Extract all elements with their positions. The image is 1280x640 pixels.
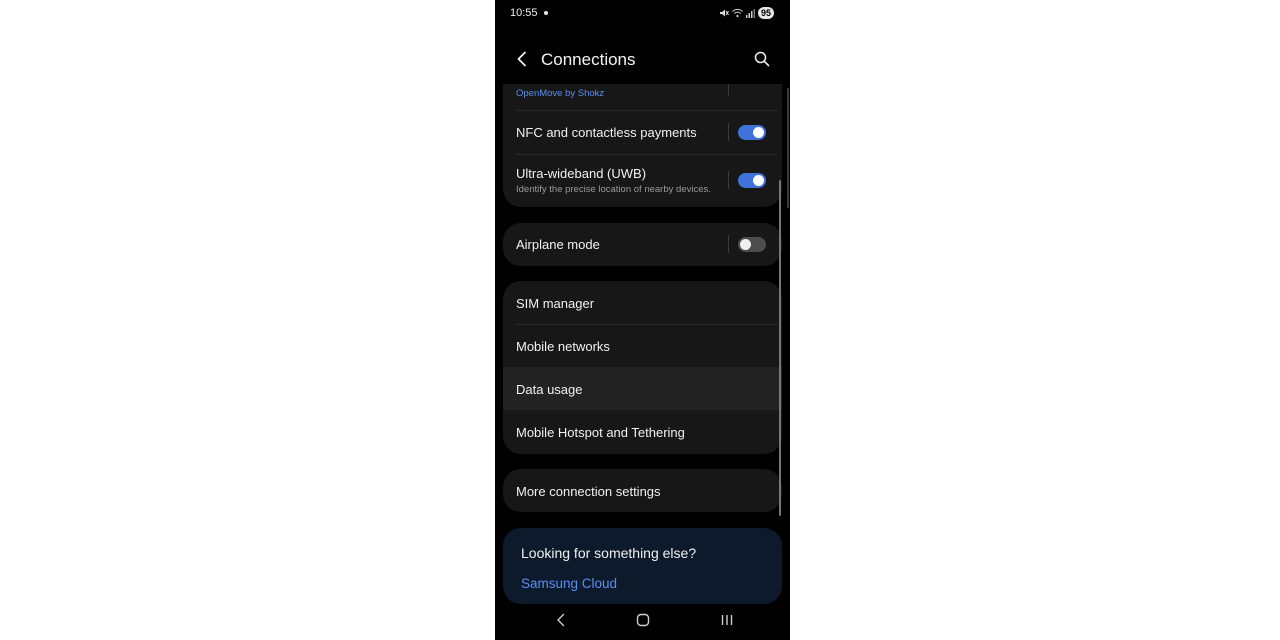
data-usage-label: Data usage <box>516 382 583 397</box>
separator <box>728 123 729 141</box>
status-bar: 10:55 95 <box>495 0 790 28</box>
more-connection-settings-row[interactable]: More connection settings <box>503 469 782 512</box>
nav-back-button[interactable] <box>549 612 573 632</box>
phone-screen: 10:55 95 Connections OpenMove by Shokz N… <box>495 0 790 640</box>
row-title: NFC and contactless payments <box>516 125 697 140</box>
mobile-card: SIM manager Mobile networks Data usage M… <box>503 281 782 454</box>
nav-recents-button[interactable] <box>715 612 739 632</box>
status-icons: 95 <box>719 7 774 19</box>
search-button[interactable] <box>751 50 773 72</box>
row-subtitle: Identify the precise location of nearby … <box>516 184 711 195</box>
connectivity-card: OpenMove by Shokz NFC and contactless pa… <box>503 84 782 207</box>
battery-indicator: 95 <box>757 7 774 19</box>
app-header: Connections <box>495 38 790 84</box>
bluetooth-row[interactable]: OpenMove by Shokz <box>503 84 782 111</box>
samsung-cloud-link[interactable]: Samsung Cloud <box>521 576 617 591</box>
airplane-mode-toggle[interactable] <box>738 237 766 252</box>
nav-home-icon <box>636 613 650 632</box>
signal-icon <box>745 8 755 18</box>
nav-home-button[interactable] <box>631 612 655 632</box>
search-icon <box>754 51 770 72</box>
nav-recents-icon <box>720 613 734 632</box>
mobile-networks-label: Mobile networks <box>516 339 610 354</box>
list-item[interactable]: Mobile Hotspot and Tethering <box>503 411 782 454</box>
uwb-row[interactable]: Ultra-wideband (UWB) Identify the precis… <box>503 155 782 207</box>
suggestion-title: Looking for something else? <box>521 545 697 561</box>
status-time: 10:55 <box>510 7 538 19</box>
airplane-card: Airplane mode <box>503 223 782 266</box>
uwb-toggle[interactable] <box>738 173 766 188</box>
navigation-bar <box>495 604 790 640</box>
notification-dot <box>544 11 548 15</box>
list-item[interactable]: Data usage <box>503 367 782 410</box>
more-settings-card: More connection settings <box>503 469 782 512</box>
back-icon <box>516 51 528 72</box>
separator <box>728 171 729 189</box>
list-item[interactable]: SIM manager <box>503 281 782 324</box>
scrollbar[interactable] <box>779 180 781 516</box>
back-button[interactable] <box>511 50 533 72</box>
sim-manager-label: SIM manager <box>516 296 595 311</box>
edge-panel-handle[interactable] <box>787 88 789 208</box>
settings-list[interactable]: OpenMove by Shokz NFC and contactless pa… <box>495 84 790 604</box>
row-subtitle: OpenMove by Shokz <box>516 88 605 99</box>
row-title: Ultra-wideband (UWB) <box>516 166 647 181</box>
list-item[interactable]: Mobile networks <box>503 325 782 367</box>
airplane-mode-row[interactable]: Airplane mode <box>503 223 782 266</box>
suggestion-card: Looking for something else? Samsung Clou… <box>503 528 782 604</box>
nav-back-icon <box>556 613 566 632</box>
nfc-toggle[interactable] <box>738 125 766 140</box>
row-title: Airplane mode <box>516 237 600 252</box>
mute-icon <box>719 8 729 18</box>
hotspot-label: Mobile Hotspot and Tethering <box>516 425 685 440</box>
wifi-icon <box>732 8 743 18</box>
separator <box>728 235 729 253</box>
row-title: More connection settings <box>516 484 661 499</box>
page-title: Connections <box>541 50 636 69</box>
nfc-row[interactable]: NFC and contactless payments <box>503 111 782 154</box>
separator <box>728 84 729 96</box>
